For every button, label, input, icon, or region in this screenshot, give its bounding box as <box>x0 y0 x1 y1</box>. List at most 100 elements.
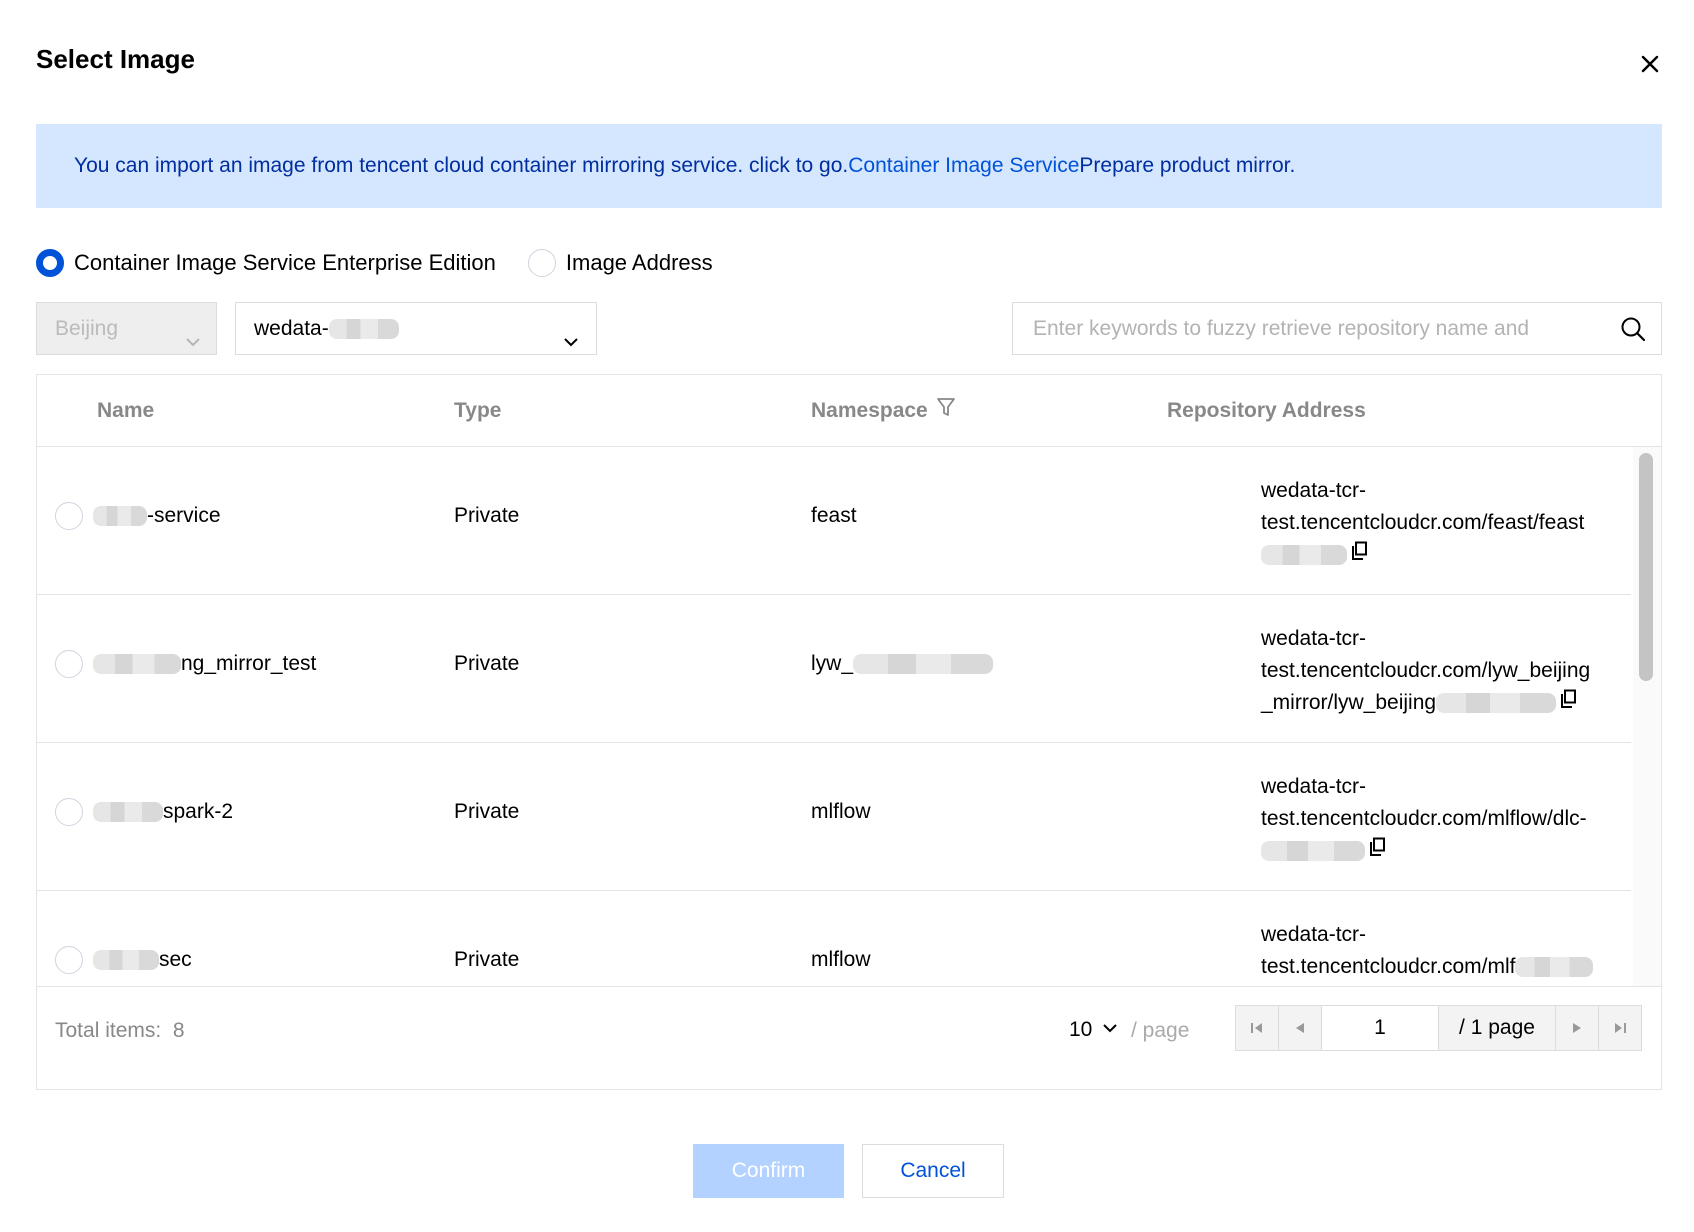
instance-select[interactable]: wedata- <box>235 302 597 355</box>
image-type: Private <box>454 652 520 675</box>
copy-icon[interactable] <box>1351 539 1369 571</box>
page-size-select[interactable]: 10 <box>1069 987 1118 1073</box>
repository-address: wedata-tcr- test.tencentcloudcr.com/mlf <box>1261 919 1621 983</box>
confirm-button[interactable]: Confirm <box>693 1144 844 1198</box>
radio-label: Image Address <box>565 250 713 275</box>
search-input[interactable] <box>1031 303 1595 354</box>
address-line: wedata-tcr- <box>1261 627 1367 650</box>
table-pagination: Total items: 8 10 / page / 1 page <box>37 986 1661 1090</box>
chevron-down-icon <box>184 319 202 370</box>
image-name: ng_mirror_test <box>93 652 316 676</box>
image-name-text: ng_mirror_test <box>181 652 317 675</box>
table-row[interactable]: spark-2 Private mlflow wedata-tcr- test.… <box>37 743 1631 891</box>
radio-image-address[interactable]: Image Address <box>527 249 713 277</box>
last-page-icon[interactable] <box>1599 1006 1641 1050</box>
radio-label: Container Image Service Enterprise Editi… <box>74 250 496 275</box>
address-line-with-copy: _mirror/lyw_beijing <box>1261 687 1621 719</box>
address-line: wedata-tcr- <box>1261 775 1367 798</box>
address-line: test.tencentcloudcr.com/mlflow/dlc- <box>1261 807 1587 830</box>
row-radio[interactable] <box>55 502 83 530</box>
next-page-icon[interactable] <box>1556 1006 1599 1050</box>
table-row[interactable]: ng_mirror_test Private lyw_ wedata-tcr- … <box>37 595 1631 743</box>
search-box <box>1012 302 1662 355</box>
notice-text: You can import an image from tencent clo… <box>74 154 849 177</box>
pager: / 1 page <box>1235 1005 1642 1051</box>
close-icon[interactable] <box>1636 50 1664 78</box>
chevron-down-icon <box>562 319 580 370</box>
chevron-down-icon <box>1102 987 1118 1073</box>
redacted-text <box>328 319 399 340</box>
address-line: test.tencentcloudcr.com/feast/feast <box>1261 511 1585 534</box>
image-namespace: mlflow <box>811 948 871 971</box>
image-type: Private <box>454 948 520 971</box>
address-line: wedata-tcr- <box>1261 923 1367 946</box>
total-items: Total items: 8 <box>55 987 185 1075</box>
image-namespace: feast <box>811 504 857 527</box>
notice-text-after: Prepare product mirror. <box>1079 154 1296 177</box>
image-namespace-text: lyw_ <box>811 652 854 675</box>
image-type: Private <box>454 504 520 527</box>
image-name: spark-2 <box>93 800 233 824</box>
redacted-text <box>93 654 181 675</box>
image-name-text: spark-2 <box>163 800 234 823</box>
column-header-name: Name <box>97 399 155 422</box>
address-line: test.tencentcloudcr.com/mlf <box>1261 955 1516 978</box>
table-row[interactable]: -service Private feast wedata-tcr- test.… <box>37 447 1631 595</box>
select-image-dialog: Select Image You can import an image fro… <box>0 0 1694 1232</box>
radio-unchecked-icon[interactable] <box>527 249 556 277</box>
radio-enterprise-edition[interactable]: Container Image Service Enterprise Editi… <box>36 249 496 277</box>
redacted-text <box>93 506 147 527</box>
redacted-text <box>1515 957 1594 978</box>
image-table: Name Type Namespace Repository Address -… <box>36 374 1662 1090</box>
table-row[interactable]: sec Private mlflow wedata-tcr- test.tenc… <box>37 891 1631 986</box>
source-radio-group: Container Image Service Enterprise Editi… <box>36 246 713 280</box>
column-header-namespace-label: Namespace <box>811 399 928 422</box>
cancel-button[interactable]: Cancel <box>862 1144 1004 1198</box>
address-line: wedata-tcr- <box>1261 479 1367 502</box>
row-radio[interactable] <box>55 650 83 678</box>
redacted-text <box>1261 545 1347 566</box>
image-name-text: -service <box>147 504 221 527</box>
prev-page-icon[interactable] <box>1279 1006 1322 1050</box>
per-page-label: / page <box>1131 1019 1190 1042</box>
instance-value: wedata- <box>254 317 329 340</box>
first-page-icon[interactable] <box>1236 1006 1279 1050</box>
address-line-redacted <box>1261 539 1621 571</box>
column-header-type: Type <box>454 399 502 422</box>
address-line-redacted <box>1261 835 1621 867</box>
radio-checked-icon[interactable] <box>36 249 64 277</box>
image-type: Private <box>454 800 520 823</box>
image-namespace: lyw_ <box>811 652 994 676</box>
image-name-text: sec <box>159 948 192 971</box>
redacted-text <box>1261 841 1365 862</box>
image-name: -service <box>93 504 221 528</box>
column-header-namespace: Namespace <box>811 375 956 447</box>
redacted-text <box>853 654 994 675</box>
repository-address: wedata-tcr- test.tencentcloudcr.com/lyw_… <box>1261 623 1621 719</box>
image-name: sec <box>93 948 192 972</box>
page-size-value: 10 <box>1069 1018 1093 1041</box>
scrollbar-thumb[interactable] <box>1639 453 1653 681</box>
copy-icon[interactable] <box>1369 835 1387 867</box>
region-select: Beijing <box>36 302 217 355</box>
filter-icon[interactable] <box>936 376 956 447</box>
repository-address: wedata-tcr- test.tencentcloudcr.com/mlfl… <box>1261 771 1621 867</box>
region-value: Beijing <box>55 317 119 340</box>
row-radio[interactable] <box>55 798 83 826</box>
column-header-repository-address: Repository Address <box>1167 399 1366 422</box>
total-items-label: Total items: <box>55 1019 162 1042</box>
container-image-service-link[interactable]: Container Image Service <box>848 154 1079 177</box>
total-items-count: 8 <box>172 1019 185 1042</box>
copy-icon[interactable] <box>1560 687 1578 719</box>
redacted-text <box>93 802 163 823</box>
total-pages: / 1 page <box>1439 1006 1556 1050</box>
table-header: Name Type Namespace Repository Address <box>37 375 1661 447</box>
page-number-input[interactable] <box>1322 1006 1439 1050</box>
table-body: -service Private feast wedata-tcr- test.… <box>37 447 1631 986</box>
repository-address: wedata-tcr- test.tencentcloudcr.com/feas… <box>1261 475 1621 571</box>
search-icon[interactable] <box>1619 315 1647 348</box>
info-notice: You can import an image from tencent clo… <box>36 124 1662 208</box>
address-line: test.tencentcloudcr.com/lyw_beijing <box>1261 659 1591 682</box>
address-line: _mirror/lyw_beijing <box>1261 691 1437 714</box>
row-radio[interactable] <box>55 946 83 974</box>
